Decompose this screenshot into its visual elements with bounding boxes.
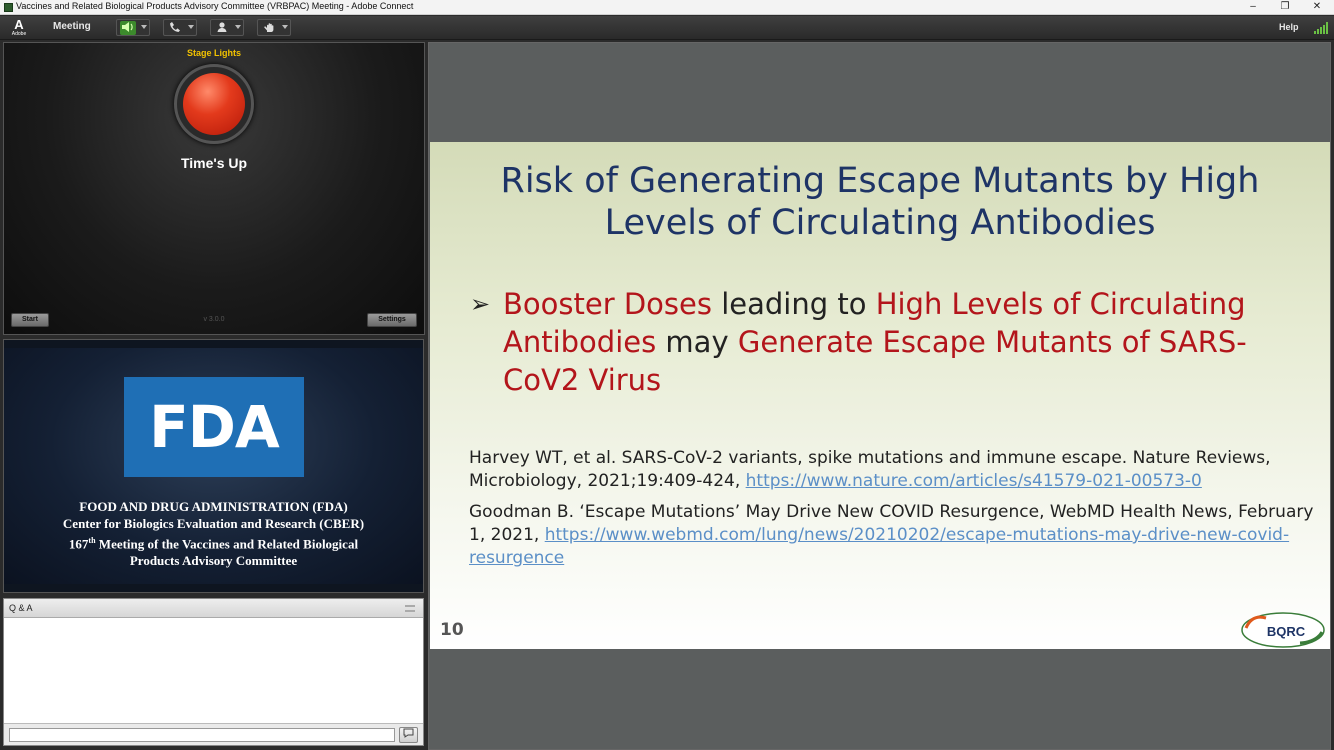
chevron-down-icon[interactable] [188, 25, 194, 29]
phone-icon [167, 21, 183, 35]
raise-hand-icon [261, 21, 277, 35]
chevron-down-icon[interactable] [282, 25, 288, 29]
stage-light-red [183, 73, 245, 135]
send-button[interactable] [399, 727, 418, 743]
menubar: A Adobe Meeting Help [0, 16, 1334, 40]
slide-references: Harvey WT, et al. SARS-CoV-2 variants, s… [469, 447, 1319, 578]
slide-title: Risk of Generating Escape Mutants by Hig… [500, 161, 1260, 243]
audio-button[interactable] [116, 19, 150, 36]
reference-1: Harvey WT, et al. SARS-CoV-2 variants, s… [469, 447, 1319, 493]
meeting-menu[interactable]: Meeting [53, 21, 91, 32]
fda-logo-text: FDA [149, 393, 280, 461]
qa-input[interactable] [9, 728, 395, 742]
meeting-number-suffix: th [88, 536, 96, 545]
bullet-arrow-icon: ➢ [470, 290, 491, 318]
chevron-down-icon[interactable] [141, 25, 147, 29]
reference-2: Goodman B. ‘Escape Mutations’ May Drive … [469, 501, 1319, 570]
fda-caption: FOOD AND DRUG ADMINISTRATION (FDA) Cente… [4, 498, 423, 569]
app-icon [4, 3, 13, 12]
fda-background: FDA FOOD AND DRUG ADMINISTRATION (FDA) C… [4, 348, 423, 584]
presentation-slide: Risk of Generating Escape Mutants by Hig… [430, 142, 1330, 649]
adobe-logo-letter: A [14, 17, 24, 32]
help-menu[interactable]: Help [1279, 22, 1299, 32]
bqrc-logo-text: BQRC [1267, 624, 1306, 639]
stage-lights-label: Stage Lights [186, 48, 241, 58]
close-button[interactable]: ✕ [1301, 0, 1333, 15]
bullet-part: may [656, 325, 738, 359]
bullet-part: leading to [711, 287, 876, 321]
minimize-button[interactable]: – [1237, 0, 1269, 15]
bullet-text: Booster Doses leading to High Levels of … [503, 285, 1263, 399]
qa-pod: Q & A [3, 598, 424, 746]
speaker-icon [120, 21, 136, 35]
bqrc-logo: BQRC [1241, 612, 1325, 648]
share-pod: Risk of Generating Escape Mutants by Hig… [428, 42, 1331, 750]
fda-caption-line4: Products Advisory Committee [129, 553, 298, 569]
bullet-part: Booster Doses [503, 287, 712, 321]
settings-button[interactable]: Settings [367, 313, 417, 327]
adobe-logo-text: Adobe [11, 31, 27, 37]
fda-caption-line2: Center for Biologics Evaluation and Rese… [62, 516, 365, 531]
fda-caption-line1: FOOD AND DRUG ADMINISTRATION (FDA) [79, 499, 348, 514]
qa-title: Q & A [9, 603, 33, 613]
qa-footer [4, 723, 423, 745]
reference-2-link[interactable]: https://www.webmd.com/lung/news/20210202… [469, 525, 1289, 568]
chat-bubble-icon [403, 728, 414, 741]
window-titlebar: Vaccines and Related Biological Products… [0, 0, 1334, 15]
pod-menu-icon[interactable] [405, 605, 415, 612]
stage-light-ring [174, 64, 254, 144]
camera-button[interactable] [210, 19, 244, 36]
version-label: v 3.0.0 [203, 316, 225, 323]
signal-icon [1314, 22, 1328, 34]
qa-message-list[interactable] [4, 619, 423, 723]
restore-button[interactable]: ❐ [1269, 0, 1301, 15]
fda-caption-line3: 167th Meeting of the Vaccines and Relate… [4, 532, 423, 552]
timer-status: Time's Up [180, 155, 248, 171]
phone-button[interactable] [163, 19, 197, 36]
user-icon [214, 21, 230, 35]
stage-lights-pod: Stage Lights Time's Up Start v 3.0.0 Set… [3, 42, 425, 335]
chevron-down-icon[interactable] [235, 25, 241, 29]
adobe-logo: A Adobe [8, 18, 30, 38]
meeting-number: 167 [68, 536, 89, 552]
reference-1-link[interactable]: https://www.nature.com/articles/s41579-0… [746, 471, 1202, 491]
fda-logo: FDA [124, 377, 304, 477]
fda-caption-line3-rest: Meeting of the Vaccines and Related Biol… [95, 536, 359, 552]
fda-branding-pod: FDA FOOD AND DRUG ADMINISTRATION (FDA) C… [3, 339, 424, 593]
status-button[interactable] [257, 19, 291, 36]
slide-page-number: 10 [440, 620, 464, 640]
window-title: Vaccines and Related Biological Products… [16, 1, 414, 11]
qa-header: Q & A [4, 599, 423, 618]
